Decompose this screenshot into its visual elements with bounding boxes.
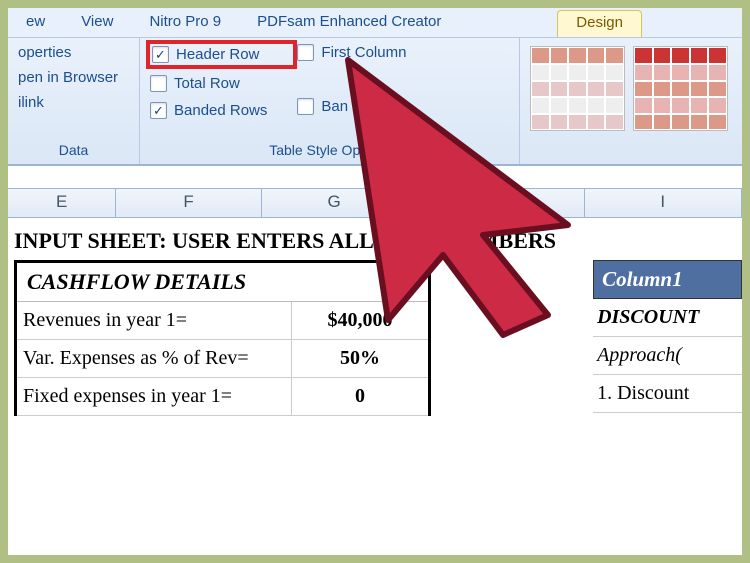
col-header-g[interactable]: G xyxy=(262,189,408,217)
header-row-highlight: ✓ Header Row xyxy=(146,40,297,69)
table-style-swatch[interactable] xyxy=(633,46,728,131)
total-row-label: Total Row xyxy=(174,75,240,92)
col-header-f[interactable]: F xyxy=(116,189,262,217)
table-style-swatch[interactable] xyxy=(530,46,625,131)
header-row-label: Header Row xyxy=(176,46,259,63)
table-row[interactable]: Approach( xyxy=(593,337,742,375)
checkbox-unchecked-icon xyxy=(150,75,167,92)
group-label-options: Table Style Options xyxy=(140,138,519,164)
cashflow-header-cell[interactable]: CASHFLOW DETAILS xyxy=(17,263,428,302)
open-in-browser-button[interactable]: pen in Browser xyxy=(18,69,129,86)
sheet-title: INPUT SHEET: USER ENTERS ALL BOLD NUMBER… xyxy=(8,228,742,260)
row-value: 50% xyxy=(292,340,428,377)
total-row-checkbox[interactable]: Total Row xyxy=(150,75,267,92)
row-value: 0 xyxy=(292,378,428,415)
header-row-checkbox[interactable]: ✓ Header Row xyxy=(152,46,259,63)
table-row[interactable]: 1. Discount xyxy=(593,375,742,413)
group-external-data: operties pen in Browser ilink Data xyxy=(8,38,140,164)
group-table-style-options: ✓ Header Row Total Row ✓ Banded Rows xyxy=(140,38,520,164)
first-column-checkbox[interactable]: First Column xyxy=(297,44,406,61)
table-row[interactable]: Revenues in year 1= $40,000 xyxy=(17,302,428,340)
group-label-data: Data xyxy=(8,138,139,164)
banded-columns-checkbox[interactable]: Ban xyxy=(297,98,406,115)
cashflow-table: CASHFLOW DETAILS Revenues in year 1= $40… xyxy=(14,260,431,416)
row-label: Revenues in year 1= xyxy=(17,302,292,339)
checkbox-unchecked-icon xyxy=(297,98,314,115)
col-header-h[interactable] xyxy=(407,189,584,217)
tab-view[interactable]: View xyxy=(63,8,131,37)
table-row[interactable]: Var. Expenses as % of Rev= 50% xyxy=(17,340,428,378)
tab-partial-ew[interactable]: ew xyxy=(8,8,63,37)
properties-button[interactable]: operties xyxy=(18,44,129,61)
tab-pdfsam-creator[interactable]: PDFsam Enhanced Creator xyxy=(239,8,459,37)
table-row[interactable]: Fixed expenses in year 1= 0 xyxy=(17,378,428,416)
tab-design[interactable]: Design xyxy=(557,10,642,37)
column1-header[interactable]: Column1 xyxy=(593,260,742,299)
column1-table: Column1 DISCOUNT Approach( 1. Discount xyxy=(593,260,742,416)
col-header-e[interactable]: E xyxy=(8,189,116,217)
first-column-label: First Column xyxy=(321,44,406,61)
row-label: Fixed expenses in year 1= xyxy=(17,378,292,415)
unlink-button[interactable]: ilink xyxy=(18,94,129,111)
group-table-styles xyxy=(520,38,742,164)
tab-nitro-pro-9[interactable]: Nitro Pro 9 xyxy=(131,8,239,37)
row-label: Var. Expenses as % of Rev= xyxy=(17,340,292,377)
column-headers: E F G I xyxy=(8,188,742,218)
banded-rows-checkbox[interactable]: ✓ Banded Rows xyxy=(150,102,267,119)
spreadsheet-area: E F G I INPUT SHEET: USER ENTERS ALL BOL… xyxy=(8,188,742,416)
ribbon: operties pen in Browser ilink Data ✓ Hea… xyxy=(8,38,742,166)
row-value: $40,000 xyxy=(292,302,428,339)
banded-rows-label: Banded Rows xyxy=(174,102,267,119)
checkbox-checked-icon: ✓ xyxy=(150,102,167,119)
col-header-i[interactable]: I xyxy=(585,189,742,217)
table-row[interactable]: DISCOUNT xyxy=(593,299,742,337)
checkbox-unchecked-icon xyxy=(297,44,314,61)
ribbon-tabs: ew View Nitro Pro 9 PDFsam Enhanced Crea… xyxy=(8,8,742,38)
checkbox-checked-icon: ✓ xyxy=(152,46,169,63)
banded-columns-label: Ban xyxy=(321,98,348,115)
